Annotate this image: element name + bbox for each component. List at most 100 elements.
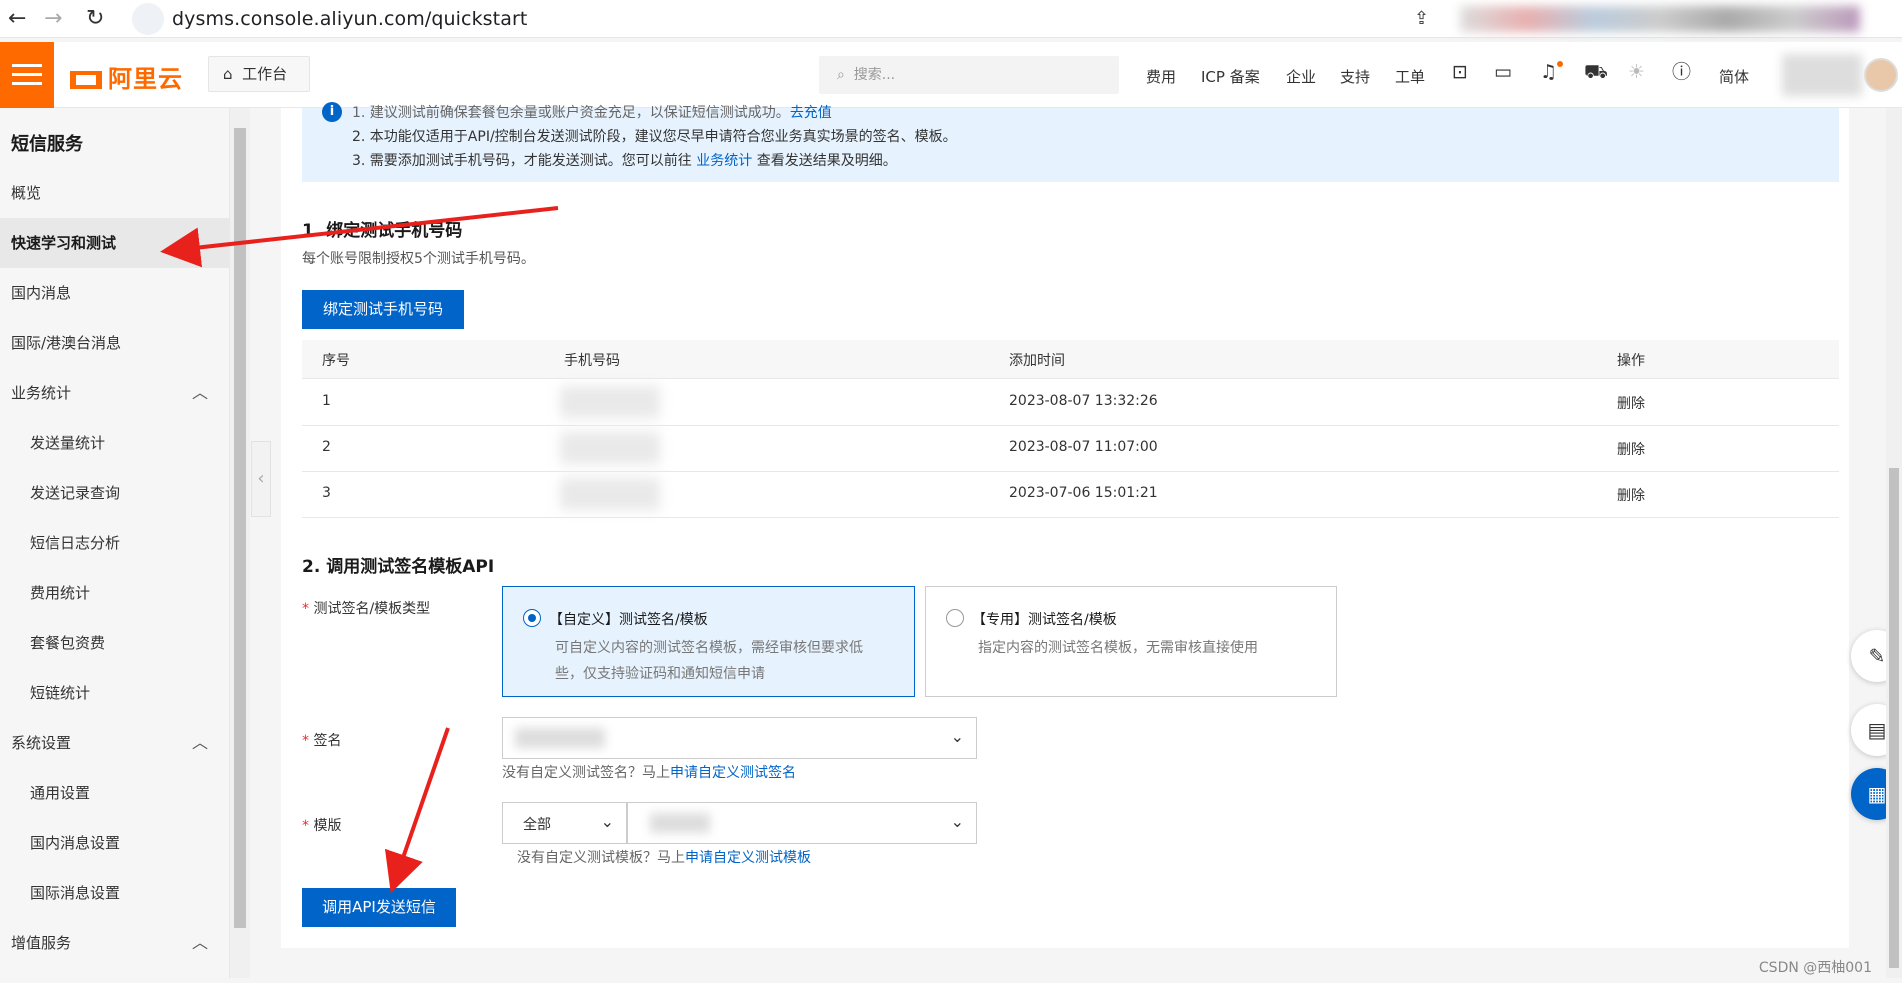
nav-ticket[interactable]: 工单 [1395, 66, 1425, 87]
business-stats-link[interactable]: 业务统计 [696, 153, 752, 169]
collapse-sidebar-button[interactable]: ‹ [251, 441, 271, 517]
sidebar-item-7[interactable]: 短信日志分析 [0, 518, 230, 568]
option-custom[interactable]: 【自定义】测试签名/模板 可自定义内容的测试签名模板，需经审核但要求低 些，仅支… [502, 586, 915, 697]
chevron-up-icon[interactable]: ︿ [192, 918, 208, 968]
sidebar-item-12[interactable]: 通用设置 [0, 768, 230, 818]
site-info-icon[interactable] [132, 3, 164, 35]
sidebar-item-label: 业务统计 [11, 384, 72, 402]
template-select[interactable]: ⌄ [627, 802, 977, 844]
nav-support[interactable]: 支持 [1340, 66, 1370, 87]
page-scroll-thumb[interactable] [1889, 468, 1899, 968]
col-no: 序号 [322, 353, 350, 369]
delete-link[interactable]: 删除 [1617, 485, 1645, 505]
nav-enterprise[interactable]: 企业 [1286, 66, 1316, 87]
address-bar[interactable]: dysms.console.aliyun.com/quickstart [172, 8, 527, 30]
aliyun-logo-icon [70, 71, 102, 89]
info-icon: i [322, 102, 342, 122]
browser-toolbar: ← → ↻ dysms.console.aliyun.com/quickstar… [0, 0, 1902, 38]
sidebar-item-11[interactable]: 系统设置 ︿ [0, 718, 230, 768]
search-placeholder: 搜索... [853, 67, 896, 83]
phone-number-blurred [560, 432, 660, 464]
sidebar-title: 短信服务 [11, 134, 83, 155]
delete-link[interactable]: 删除 [1617, 439, 1645, 459]
cart-icon[interactable]: ⛟ [1584, 62, 1608, 82]
sidebar-scroll-thumb[interactable] [234, 128, 246, 928]
chevron-left-icon: ‹ [257, 468, 265, 489]
row-number: 2 [322, 439, 331, 455]
option-custom-desc-2: 些，仅支持验证码和通知短信申请 [555, 666, 765, 682]
sidebar-item-5[interactable]: 发送量统计 [0, 418, 230, 468]
table-header: 序号 手机号码 添加时间 操作 [302, 340, 1839, 379]
sidebar-item-1[interactable]: 快速学习和测试 [0, 218, 230, 268]
chevron-up-icon[interactable]: ︿ [192, 718, 208, 768]
help-icon[interactable]: ⓘ [1672, 62, 1691, 82]
chevron-up-icon[interactable]: ︿ [192, 368, 208, 418]
sidebar-item-6[interactable]: 发送记录查询 [0, 468, 230, 518]
aliyun-logo[interactable]: 阿里云 [70, 59, 183, 94]
terminal-icon[interactable]: ▭ [1494, 62, 1512, 82]
sidebar-item-0[interactable]: 概览 [0, 168, 230, 218]
recharge-link[interactable]: 去充值 [790, 105, 832, 121]
send-sms-button[interactable]: 调用API发送短信 [302, 888, 456, 927]
sign-select[interactable]: ⌄ [502, 717, 977, 759]
sidebar-item-4[interactable]: 业务统计 ︿ [0, 368, 230, 418]
row-time: 2023-07-06 15:01:21 [1009, 485, 1158, 501]
sidebar-item-label: 增值服务 [11, 934, 72, 952]
sidebar-item-label: 套餐包资费 [30, 634, 106, 652]
console-header: 阿里云 ⌂ 工作台 ⌕ 搜索... 费用 ICP 备案 企业 支持 工单 ⊡ ▭… [0, 42, 1902, 108]
sidebar-item-13[interactable]: 国内消息设置 [0, 818, 230, 868]
api-icon[interactable]: ⊡ [1452, 62, 1468, 82]
sidebar-item-15[interactable]: 增值服务 ︿ [0, 918, 230, 968]
radio-dedicated[interactable] [946, 609, 964, 627]
sidebar-item-label: 发送记录查询 [30, 484, 121, 502]
back-icon[interactable]: ← [8, 5, 26, 33]
menu-icon[interactable] [0, 42, 54, 108]
chevron-down-icon: ⌄ [600, 812, 614, 831]
apply-sign-link[interactable]: 申请自定义测试签名 [670, 765, 796, 781]
template-value-blurred [650, 813, 710, 833]
required-mark: * [302, 733, 314, 749]
delete-link[interactable]: 删除 [1617, 393, 1645, 413]
notice-line-3-end: 查看发送结果及明细。 [756, 153, 897, 169]
option-custom-title: 【自定义】测试签名/模板 [549, 612, 708, 628]
option-dedicated[interactable]: 【专用】测试签名/模板 指定内容的测试签名模板，无需审核直接使用 [925, 586, 1337, 697]
col-phone: 手机号码 [564, 353, 620, 369]
sidebar-item-label: 短链统计 [30, 684, 91, 702]
account-name[interactable] [1782, 54, 1862, 96]
section2-title: 2. 调用测试签名模板API [302, 557, 495, 577]
sidebar-item-10[interactable]: 短链统计 [0, 668, 230, 718]
forward-icon[interactable]: → [44, 5, 62, 33]
search-input[interactable]: ⌕ 搜索... [819, 56, 1119, 94]
sidebar-item-9[interactable]: 套餐包资费 [0, 618, 230, 668]
template-hint: 没有自定义测试模板？马上申请自定义测试模板 [517, 847, 811, 867]
lang-switch[interactable]: 简体 [1719, 66, 1749, 87]
share-icon[interactable]: ⇪ [1414, 8, 1429, 29]
notice-line-1-text: 1. 建议测试前确保套餐包余量或账户资金充足，以保证短信测试成功。 [352, 105, 790, 121]
col-action: 操作 [1617, 353, 1645, 369]
sidebar-item-3[interactable]: 国际/港澳台消息 [0, 318, 230, 368]
sign-hint-text: 没有自定义测试签名？马上 [502, 765, 670, 781]
bell-icon[interactable]: ♫ [1540, 62, 1557, 82]
notice-line-3: 3. 需要添加测试手机号码，才能发送测试。您可以前往 业务统计 查看发送结果及明… [352, 150, 897, 170]
bind-phone-button[interactable]: 绑定测试手机号码 [302, 290, 464, 329]
bulb-icon[interactable]: ☀ [1628, 62, 1645, 82]
avatar[interactable] [1864, 58, 1898, 92]
nav-fees[interactable]: 费用 [1146, 66, 1176, 87]
sign-label-text: 签名 [313, 733, 342, 749]
reload-icon[interactable]: ↻ [86, 5, 104, 33]
sign-hint: 没有自定义测试签名？马上申请自定义测试签名 [502, 762, 796, 782]
radio-custom[interactable] [523, 609, 541, 627]
template-filter-value: 全部 [523, 817, 551, 833]
sidebar-item-2[interactable]: 国内消息 [0, 268, 230, 318]
search-icon: ⌕ [837, 67, 845, 83]
sidebar-item-label: 短信日志分析 [30, 534, 121, 552]
sidebar-item-label: 国际消息设置 [30, 884, 121, 902]
sidebar-item-14[interactable]: 国际消息设置 [0, 868, 230, 918]
option-custom-desc-1: 可自定义内容的测试签名模板，需经审核但要求低 [555, 640, 863, 656]
chevron-down-icon: ⌄ [950, 727, 964, 746]
apply-template-link[interactable]: 申请自定义测试模板 [685, 850, 811, 866]
workbench-button[interactable]: ⌂ 工作台 [208, 56, 310, 92]
sidebar-item-8[interactable]: 费用统计 [0, 568, 230, 618]
nav-icp[interactable]: ICP 备案 [1201, 66, 1260, 87]
template-filter-select[interactable]: 全部 ⌄ [502, 802, 627, 844]
